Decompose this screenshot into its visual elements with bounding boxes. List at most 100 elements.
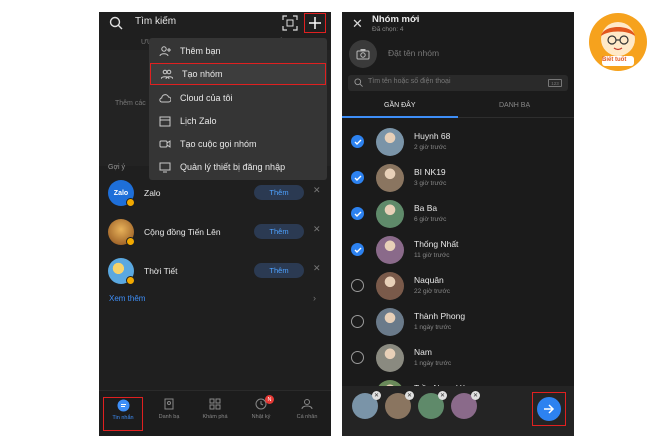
plus-dropdown-menu: Thêm bạn Tạo nhóm Cloud của tôi Lịch Zal…: [149, 38, 327, 180]
menu-item-label: Thêm bạn: [180, 46, 221, 56]
contact-row[interactable]: Thống Nhất 11 giờ trước: [342, 232, 574, 268]
nav-timeline[interactable]: N Nhật ký: [241, 395, 281, 431]
profile-icon: [300, 397, 314, 411]
notification-badge: N: [265, 395, 274, 404]
checked-checkbox[interactable]: [351, 135, 364, 148]
add-friend-icon: [159, 45, 171, 57]
biet-tuot-logo: [589, 13, 647, 71]
unchecked-checkbox[interactable]: [351, 279, 364, 292]
menu-item-label: Tạo cuộc gọi nhóm: [180, 139, 257, 149]
menu-item-group-call[interactable]: Tạo cuộc gọi nhóm: [149, 133, 327, 155]
follow-button[interactable]: Thêm: [254, 224, 304, 239]
search-placeholder: Tìm tên hoặc số điện thoại: [368, 78, 451, 85]
dismiss-icon[interactable]: ✕: [313, 263, 321, 274]
contact-name: Ba Ba: [414, 203, 438, 213]
contact-search-input[interactable]: Tìm tên hoặc số điện thoại 123: [348, 75, 568, 91]
calendar-icon: [159, 115, 171, 127]
follow-button[interactable]: Thêm: [254, 263, 304, 278]
right-phone-screen: ✕ Nhóm mới Đã chọn: 4 Đặt tên nhóm Tìm t…: [342, 12, 574, 436]
see-more-link[interactable]: Xem thêm: [109, 294, 145, 303]
page-title: Nhóm mới: [372, 14, 420, 25]
contact-row[interactable]: BI NK19 3 giờ trước: [342, 160, 574, 196]
nav-profile[interactable]: Cá nhân: [287, 397, 327, 431]
nav-label: Tin nhắn: [112, 415, 134, 421]
nav-label: Nhật ký: [251, 414, 271, 420]
contact-avatar: [376, 200, 404, 228]
contact-avatar: [376, 164, 404, 192]
suggestion-row[interactable]: Cộng đồng Tiến Lên Thêm ✕: [99, 215, 331, 251]
selected-count: Đã chọn: 4: [372, 26, 404, 33]
unchecked-checkbox[interactable]: [351, 351, 364, 364]
bottom-nav: Tin nhắn Danh bạ Khám phá N Nhật ký Cá n…: [99, 390, 331, 436]
follow-button[interactable]: Thêm: [254, 185, 304, 200]
search-icon[interactable]: [109, 16, 123, 30]
contact-last-seen: 2 giờ trước: [414, 144, 447, 151]
verified-badge-icon: [126, 276, 135, 285]
contact-row[interactable]: Naquân 22 giờ trước: [342, 268, 574, 304]
tab-contacts[interactable]: DANH BẠ: [499, 102, 530, 109]
nav-label: Cá nhân: [296, 414, 318, 420]
menu-item-device-manager[interactable]: Quản lý thiết bị đăng nhập: [149, 156, 327, 178]
selected-members-bar: ✕ ✕ ✕ ✕: [342, 386, 574, 436]
remove-icon[interactable]: ✕: [405, 391, 414, 400]
menu-item-label: Cloud của tôi: [180, 93, 233, 103]
contact-avatar: [376, 236, 404, 264]
left-phone-screen: Tìm kiếm ƯU Ư Ả Thêm các Thêm bạn Tạo nh…: [99, 12, 331, 436]
create-group-icon: [161, 68, 173, 80]
nav-discover[interactable]: Khám phá: [195, 397, 235, 431]
contact-row[interactable]: Thành Phong 1 ngày trước: [342, 304, 574, 340]
suggest-heading: Gợi ý: [108, 164, 126, 171]
contact-name: Nam: [414, 347, 432, 357]
create-group-submit[interactable]: [532, 392, 566, 426]
tab-recent[interactable]: GẦN ĐÂY: [384, 102, 416, 109]
contact-last-seen: 11 giờ trước: [414, 252, 450, 259]
contact-last-seen: 22 giờ trước: [414, 288, 450, 295]
remove-icon[interactable]: ✕: [372, 391, 381, 400]
dismiss-icon[interactable]: ✕: [313, 224, 321, 235]
checked-checkbox[interactable]: [351, 207, 364, 220]
contact-tabs: GẦN ĐÂY DANH BẠ: [342, 96, 574, 118]
suggestion-name: Thời Tiết: [144, 266, 178, 276]
contact-row[interactable]: Huynh 68 2 giờ trước: [342, 124, 574, 160]
search-icon: [354, 78, 363, 87]
remove-icon[interactable]: ✕: [438, 391, 447, 400]
plus-button[interactable]: [304, 13, 326, 33]
search-input[interactable]: Tìm kiếm: [135, 16, 176, 27]
contact-last-seen: 3 giờ trước: [414, 180, 447, 187]
qr-scan-icon[interactable]: [282, 15, 298, 31]
suggestion-row[interactable]: Thời Tiết Thêm ✕: [99, 254, 331, 290]
nav-contacts[interactable]: Danh bạ: [149, 397, 189, 431]
unchecked-checkbox[interactable]: [351, 315, 364, 328]
device-icon: [159, 161, 171, 173]
logo-text: Biết tuốt: [602, 57, 627, 63]
menu-item-label: Quản lý thiết bị đăng nhập: [180, 162, 286, 172]
nav-messages[interactable]: Tin nhắn: [103, 397, 143, 431]
arrow-right-icon: [537, 397, 561, 421]
remove-icon[interactable]: ✕: [471, 391, 480, 400]
top-bar: Tìm kiếm: [99, 12, 331, 34]
suggestion-row[interactable]: Zalo Zalo Thêm ✕: [99, 176, 331, 212]
contact-row[interactable]: Ba Ba 6 giờ trước: [342, 196, 574, 232]
contact-avatar: [376, 308, 404, 336]
contact-avatar: [376, 272, 404, 300]
menu-item-add-friend[interactable]: Thêm bạn: [149, 40, 327, 62]
checked-checkbox[interactable]: [351, 171, 364, 184]
contact-name: BI NK19: [414, 167, 446, 177]
dismiss-icon[interactable]: ✕: [313, 185, 321, 196]
chevron-right-icon: ›: [313, 293, 316, 303]
group-call-icon: [159, 138, 171, 150]
new-group-header: ✕ Nhóm mới Đã chọn: 4: [342, 12, 574, 38]
menu-item-calendar[interactable]: Lịch Zalo: [149, 110, 327, 132]
menu-item-cloud[interactable]: Cloud của tôi: [149, 87, 327, 109]
close-icon[interactable]: ✕: [352, 16, 363, 32]
checked-checkbox[interactable]: [351, 243, 364, 256]
contact-row[interactable]: Nam 1 ngày trước: [342, 340, 574, 376]
suggestion-name: Cộng đồng Tiến Lên: [144, 227, 221, 237]
keypad-toggle[interactable]: 123: [548, 79, 562, 87]
camera-icon[interactable]: [349, 40, 377, 68]
contact-name: Thống Nhất: [414, 239, 459, 249]
menu-item-create-group[interactable]: Tạo nhóm: [150, 63, 326, 85]
contact-last-seen: 1 ngày trước: [414, 360, 452, 367]
suggestion-name: Zalo: [144, 188, 161, 198]
group-name-input[interactable]: Đặt tên nhóm: [388, 48, 439, 58]
